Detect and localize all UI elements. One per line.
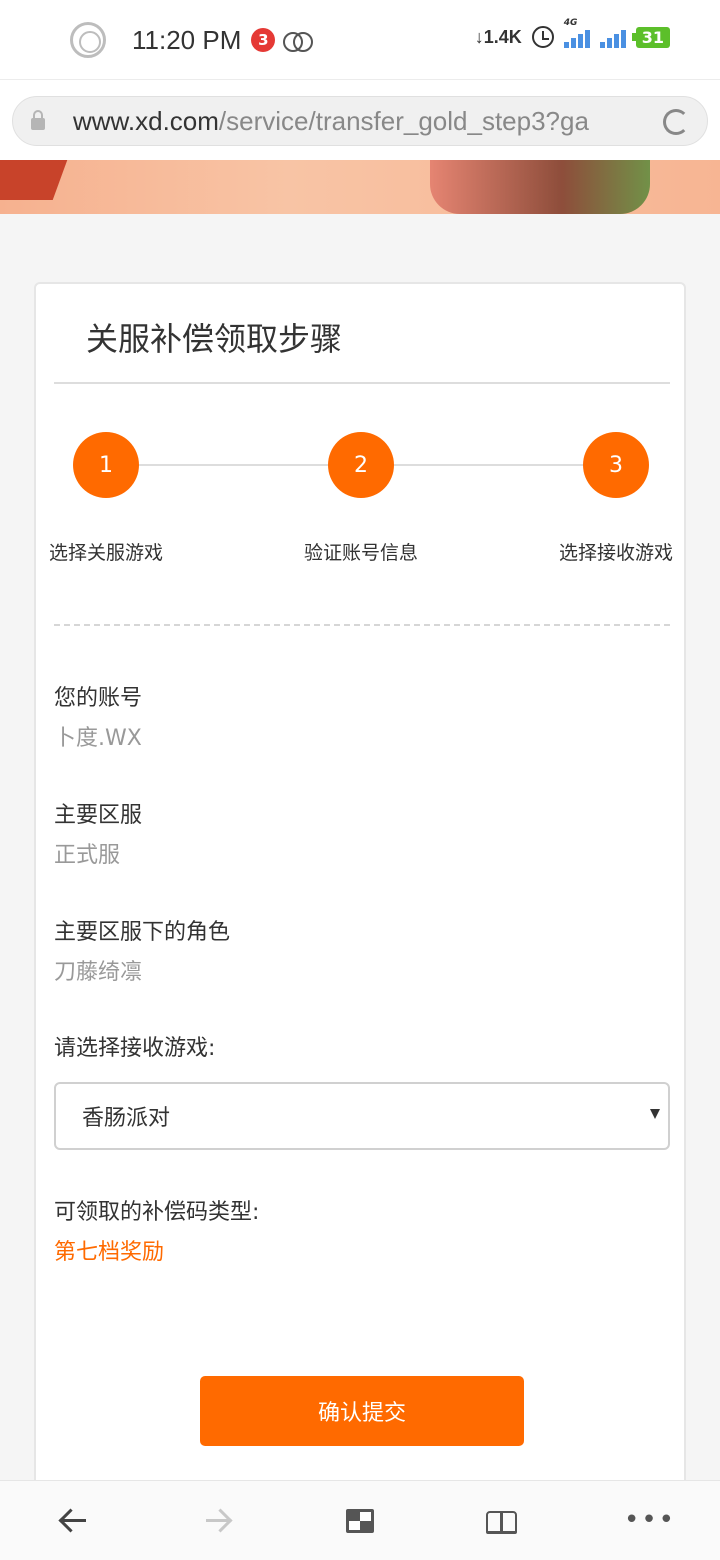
more-dots-icon: ••• bbox=[624, 1505, 677, 1535]
browser-bottom-nav: ••• bbox=[0, 1480, 720, 1560]
url-path: /service/transfer_gold_step3?ga bbox=[218, 105, 589, 136]
bookmarks-button[interactable] bbox=[482, 1501, 522, 1541]
forward-arrow-icon[interactable] bbox=[198, 1501, 238, 1541]
step-circle-2: 2 bbox=[328, 432, 394, 498]
alarm-icon bbox=[531, 26, 554, 48]
caret-down-icon bbox=[650, 1109, 660, 1119]
status-right: ↓1.4K 4G 31 bbox=[474, 18, 670, 48]
refresh-icon[interactable] bbox=[663, 109, 689, 135]
page-title: 关服补偿领取步骤 bbox=[86, 320, 343, 358]
lock-icon bbox=[31, 110, 45, 130]
banner-character-art bbox=[430, 160, 650, 214]
receive-game-selected-value: 香肠派对 bbox=[82, 1106, 171, 1131]
back-arrow-icon[interactable] bbox=[56, 1501, 96, 1541]
step-label-2: 验证账号信息 bbox=[303, 542, 419, 564]
reward-type-value: 第七档奖励 bbox=[54, 1240, 165, 1265]
more-button[interactable]: ••• bbox=[624, 1501, 677, 1541]
signal-icon-2 bbox=[599, 26, 626, 48]
reward-type-label: 可领取的补偿码类型: bbox=[54, 1200, 260, 1225]
step-label-3: 选择接收游戏 bbox=[558, 542, 674, 564]
status-bar: 11:20 PM 3 ↓1.4K 4G 31 bbox=[0, 0, 720, 80]
account-value: 卜度.WX bbox=[54, 726, 142, 751]
status-left: 11:20 PM 3 bbox=[70, 22, 314, 58]
receive-game-select[interactable]: 香肠派对 bbox=[54, 1082, 670, 1150]
server-value: 正式服 bbox=[54, 843, 121, 868]
net-speed-value: 1.4K bbox=[483, 26, 522, 47]
section-divider bbox=[54, 624, 670, 626]
battery-indicator: 31 bbox=[631, 26, 670, 48]
step-indicator: 1 2 3 选择关服游戏 验证账号信息 选择接收游戏 bbox=[36, 432, 688, 572]
url-domain: www.xd.com bbox=[73, 105, 219, 136]
step-circle-1: 1 bbox=[73, 432, 139, 498]
header-banner bbox=[0, 160, 720, 214]
url-bar[interactable]: www.xd.com/service/transfer_gold_step3?g… bbox=[12, 96, 708, 146]
submit-button[interactable]: 确认提交 bbox=[200, 1376, 524, 1446]
clock: 11:20 PM bbox=[132, 24, 242, 55]
role-label: 主要区服下的角色 bbox=[54, 920, 231, 945]
step-circle-3: 3 bbox=[583, 432, 649, 498]
url-text[interactable]: www.xd.com/service/transfer_gold_step3?g… bbox=[73, 106, 653, 137]
receive-game-label: 请选择接收游戏: bbox=[54, 1036, 216, 1061]
account-label: 您的账号 bbox=[54, 686, 143, 711]
tabs-button[interactable] bbox=[340, 1501, 380, 1541]
signal-tag: 4G bbox=[563, 18, 578, 28]
role-value: 刀藤绮凛 bbox=[54, 960, 143, 985]
banner-decoration bbox=[0, 160, 68, 200]
tabs-icon bbox=[346, 1509, 374, 1533]
compensation-card: 关服补偿领取步骤 1 2 3 选择关服游戏 验证账号信息 选择接收游戏 您的账号… bbox=[34, 282, 686, 1502]
browser-address-area: www.xd.com/service/transfer_gold_step3?g… bbox=[0, 80, 720, 160]
net-speed: ↓1.4K bbox=[474, 26, 522, 47]
signal-icon: 4G bbox=[563, 18, 590, 48]
server-label: 主要区服 bbox=[54, 803, 143, 828]
link-icon bbox=[283, 30, 314, 52]
notification-badge: 3 bbox=[251, 28, 276, 52]
step-label-1: 选择关服游戏 bbox=[48, 542, 164, 564]
book-icon bbox=[486, 1511, 518, 1534]
home-circle-icon bbox=[70, 22, 106, 58]
title-divider bbox=[54, 382, 670, 384]
